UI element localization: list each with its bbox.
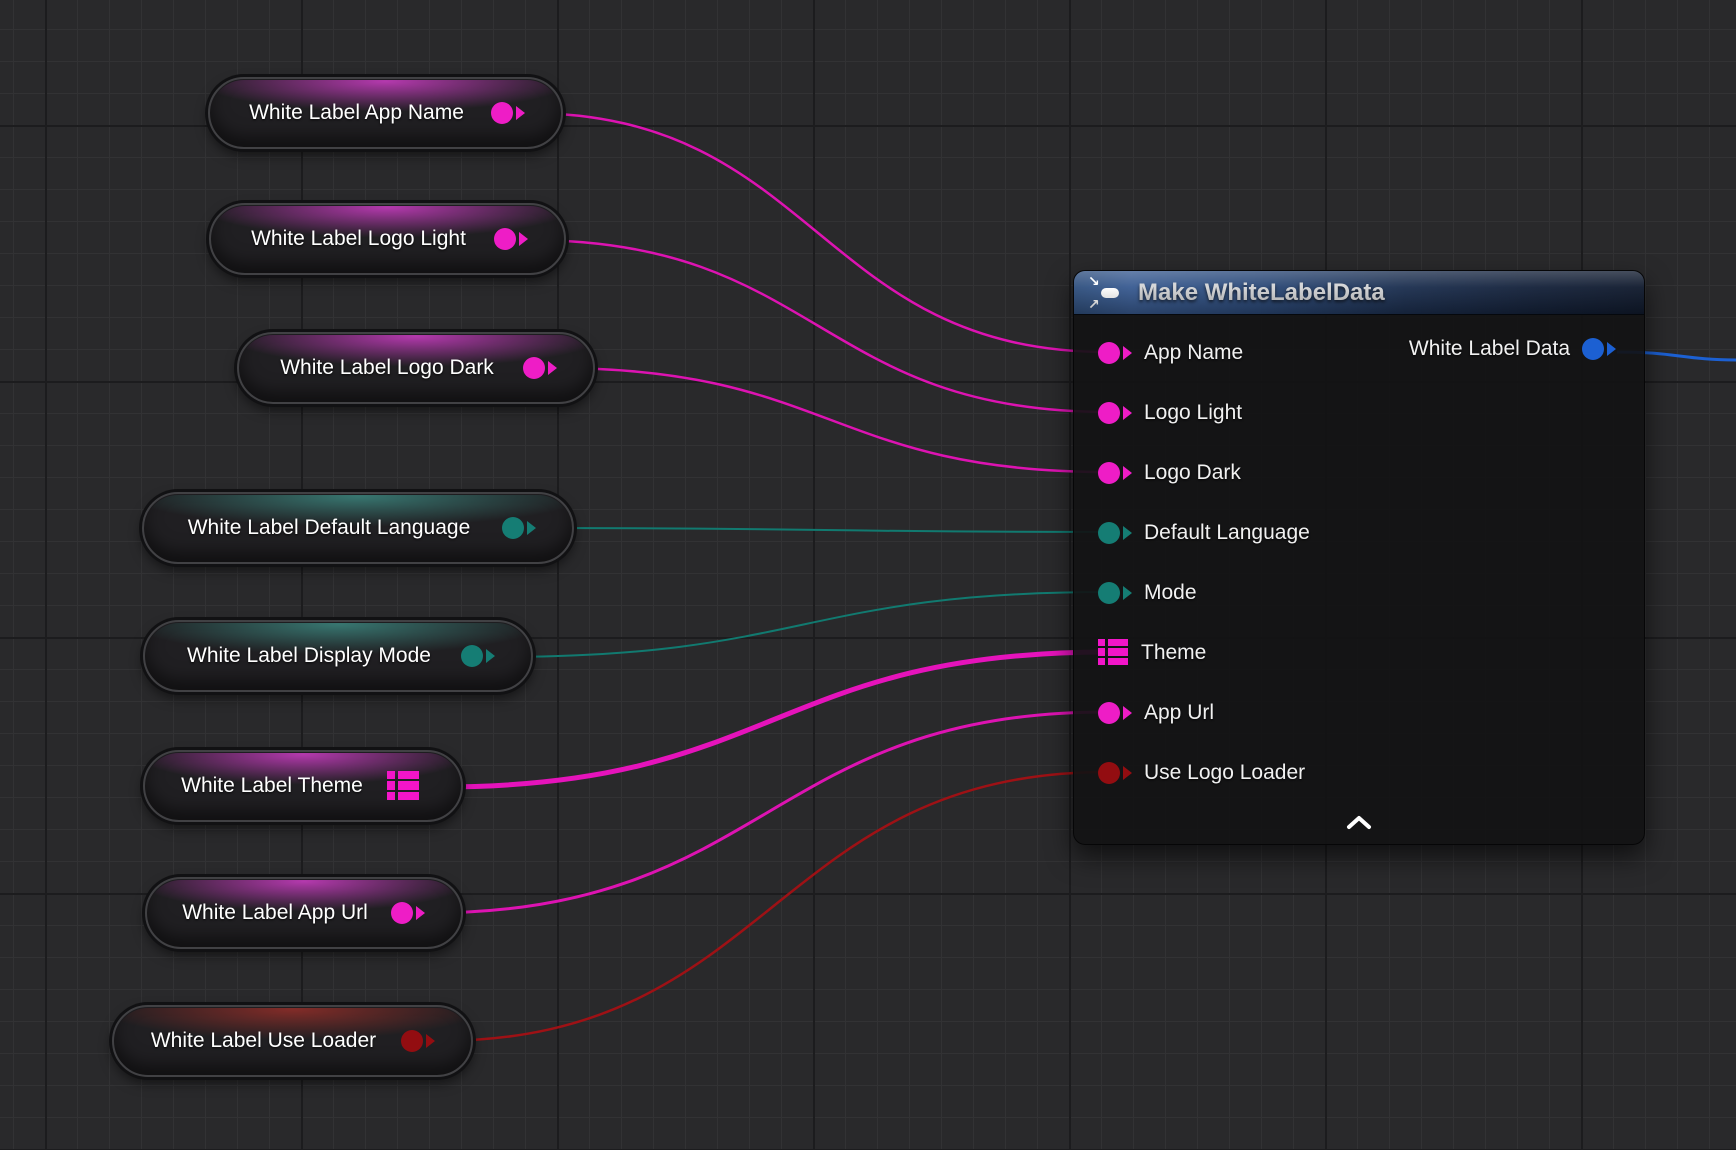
variable-node-white-label-display-mode[interactable]: White Label Display Mode <box>143 620 533 692</box>
pin-label: Mode <box>1144 581 1197 605</box>
input-pin-circle[interactable] <box>1098 762 1132 784</box>
variable-node-white-label-app-url[interactable]: White Label App Url <box>145 877 463 949</box>
input-pin-circle[interactable] <box>1098 522 1132 544</box>
variable-node-white-label-use-loader[interactable]: White Label Use Loader <box>112 1005 473 1077</box>
input-pin-circle[interactable] <box>1098 342 1132 364</box>
input-pin-row-mode: Mode <box>1074 563 1644 623</box>
wire-logo-light[interactable] <box>529 240 1108 412</box>
input-pin-row-use-logo-loader: Use Logo Loader <box>1074 743 1644 803</box>
variable-label: White Label App Name <box>228 101 491 125</box>
output-pin-circle[interactable] <box>1582 338 1616 360</box>
variable-label: White Label Logo Dark <box>257 356 523 380</box>
variable-node-white-label-theme[interactable]: White Label Theme <box>143 750 463 822</box>
output-pin-circle[interactable] <box>491 102 525 124</box>
input-pin-circle[interactable] <box>1098 402 1132 424</box>
variable-label: White Label Logo Light <box>229 227 494 251</box>
variable-node-white-label-default-language[interactable]: White Label Default Language <box>142 492 574 564</box>
wire-app-url[interactable] <box>427 712 1108 913</box>
pin-label: App Name <box>1144 341 1243 365</box>
output-pin-circle[interactable] <box>401 1030 435 1052</box>
collapse-button[interactable] <box>1333 808 1385 838</box>
input-pin-circle[interactable] <box>1098 582 1132 604</box>
pin-rows: App Name Logo Light Logo Dark Default La… <box>1074 315 1644 803</box>
pin-label: Logo Light <box>1144 401 1242 425</box>
output-pin-row-white-label-data: White Label Data <box>1409 337 1616 361</box>
variable-node-white-label-logo-light[interactable]: White Label Logo Light <box>209 203 566 275</box>
node-title: Make WhiteLabelData <box>1138 279 1385 307</box>
wire-use-loader[interactable] <box>438 772 1108 1041</box>
input-pin-row-default-language: Default Language <box>1074 503 1644 563</box>
make-whitelabeldata-node[interactable]: ↘↗ Make WhiteLabelData App Name Logo Lig… <box>1073 270 1645 845</box>
variable-label: White Label Use Loader <box>132 1029 401 1053</box>
variable-label: White Label Theme <box>163 774 387 798</box>
pin-label: Logo Dark <box>1144 461 1241 485</box>
variable-label: White Label Default Language <box>162 516 502 540</box>
variable-label: White Label App Url <box>165 901 391 925</box>
wire-app-name[interactable] <box>527 113 1108 352</box>
node-header[interactable]: ↘↗ Make WhiteLabelData <box>1074 271 1644 315</box>
output-pin-circle[interactable] <box>502 517 536 539</box>
pin-label: Theme <box>1141 641 1206 665</box>
pin-label: Default Language <box>1144 521 1310 545</box>
input-pin-row-logo-light: Logo Light <box>1074 383 1644 443</box>
output-pin-circle[interactable] <box>494 228 528 250</box>
struct-grid-icon[interactable] <box>1098 639 1129 668</box>
wire-display-mode[interactable] <box>499 592 1108 657</box>
wire-logo-dark[interactable] <box>554 368 1108 472</box>
struct-grid-icon[interactable] <box>387 771 421 802</box>
variable-node-white-label-logo-dark[interactable]: White Label Logo Dark <box>237 332 595 404</box>
graph-canvas[interactable]: White Label App Name White Label Logo Li… <box>0 0 1736 1150</box>
wire-default-language[interactable] <box>542 528 1108 532</box>
pin-label: White Label Data <box>1409 337 1570 361</box>
input-pin-row-theme: Theme <box>1074 623 1644 683</box>
chevron-up-icon <box>1344 815 1374 831</box>
input-pin-row-logo-dark: Logo Dark <box>1074 443 1644 503</box>
pin-label: Use Logo Loader <box>1144 761 1305 785</box>
input-pin-circle[interactable] <box>1098 462 1132 484</box>
make-struct-icon: ↘↗ <box>1088 279 1122 307</box>
output-pin-circle[interactable] <box>523 357 557 379</box>
variable-node-white-label-app-name[interactable]: White Label App Name <box>208 77 563 149</box>
output-pin-circle[interactable] <box>391 902 425 924</box>
input-pin-row-app-url: App Url <box>1074 683 1644 743</box>
variable-label: White Label Display Mode <box>163 644 461 668</box>
input-pin-circle[interactable] <box>1098 702 1132 724</box>
output-pin-circle[interactable] <box>461 645 495 667</box>
pin-label: App Url <box>1144 701 1214 725</box>
